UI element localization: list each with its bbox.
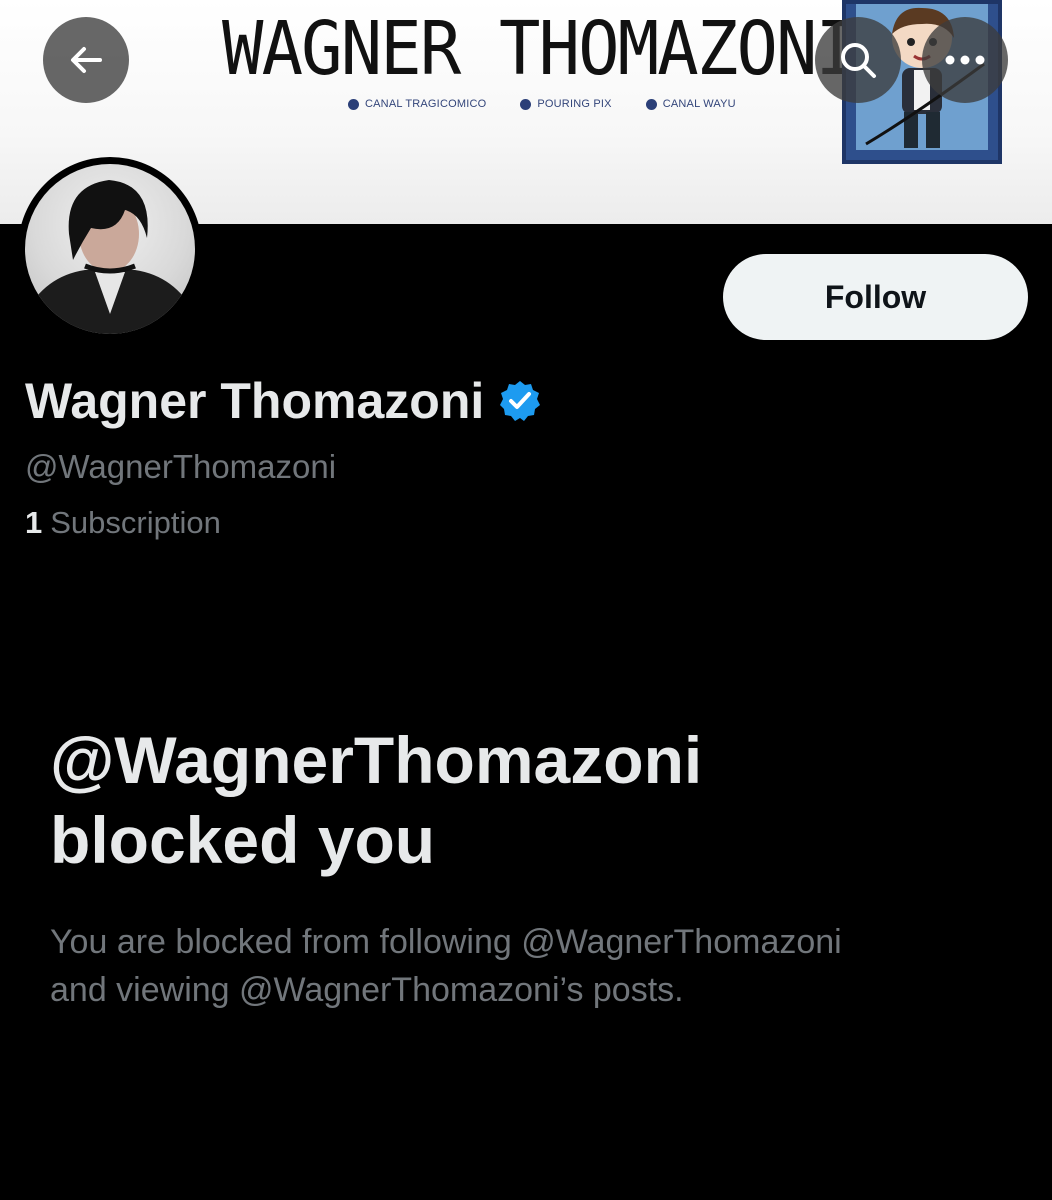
avatar-photo [25,164,195,334]
blocked-description-line: You are blocked from following @WagnerTh… [50,923,842,961]
avatar[interactable] [18,157,202,341]
banner-title: WAGNER THOMAZONI [222,6,857,92]
subscription-label: Subscription [50,505,221,540]
banner-channel-label: CANAL TRAGICOMICO [365,98,487,110]
blocked-heading-text: blocked you [50,803,436,877]
channel-dot-icon [520,98,532,110]
banner-channel: POURING PIX [520,98,612,110]
banner-channel-label: CANAL WAYU [662,98,736,110]
blocked-description-line: and viewing @WagnerThomazoni’s posts. [50,971,684,1009]
verified-badge-icon[interactable] [498,379,542,423]
back-button[interactable] [43,17,129,103]
subscription-count: 1 [25,505,43,540]
more-horizontal-icon [945,55,985,65]
person-portrait-illustration [25,180,195,334]
channel-dot-icon [348,98,359,110]
banner-channel-list: CANAL TRAGICOMICO POURING PIX CANAL WAYU [348,98,736,110]
blocked-heading-handle: @WagnerThomazoni [50,723,703,797]
blocked-description: You are blocked from following @WagnerTh… [50,918,1010,1014]
blocked-heading: @WagnerThomazoni blocked you [50,720,1010,880]
follow-button[interactable]: Follow [723,254,1028,340]
channel-dot-icon [645,98,657,110]
search-icon [841,43,876,78]
profile-display-name-row: Wagner Thomazoni [25,372,542,430]
display-name: Wagner Thomazoni [25,373,485,429]
more-options-button[interactable] [922,17,1008,103]
subscriptions-link[interactable]: 1 Subscription [25,505,221,541]
arrow-left-icon [71,47,102,73]
banner-channel: CANAL TRAGICOMICO [348,98,486,110]
search-button[interactable] [815,17,901,103]
profile-handle: @WagnerThomazoni [25,448,337,485]
banner-channel: CANAL WAYU [645,98,736,110]
banner-channel-label: POURING PIX [537,98,612,110]
